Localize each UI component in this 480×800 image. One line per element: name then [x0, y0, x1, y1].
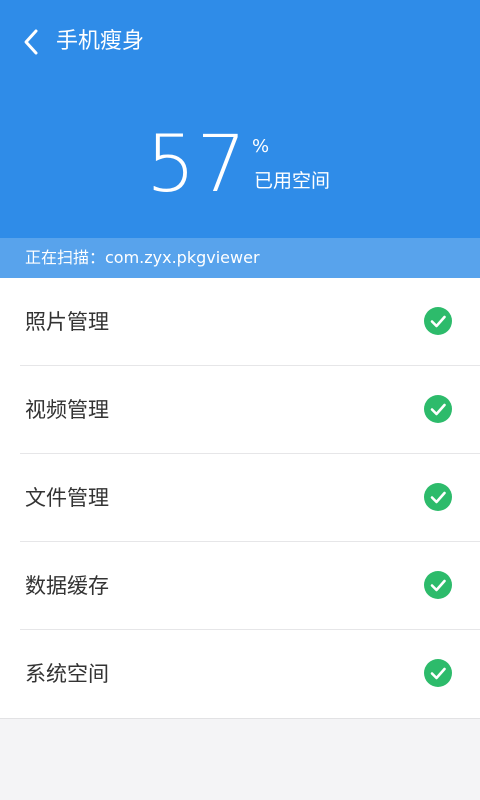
list-item-label: 照片管理 [25, 310, 109, 334]
list-item-label: 系统空间 [25, 662, 109, 686]
usage-label: 已用空间 [254, 170, 331, 192]
check-circle-icon [424, 659, 452, 687]
usage-unit: % [252, 136, 270, 157]
cleanup-list: 照片管理 视频管理 文件管理 数据缓存 系统空间 [0, 278, 480, 719]
chevron-left-icon [24, 29, 38, 55]
list-item-files[interactable]: 文件管理 [20, 454, 480, 542]
list-item-system[interactable]: 系统空间 [20, 630, 480, 718]
usage-percent: 57 [146, 120, 248, 210]
list-item-photos[interactable]: 照片管理 [20, 278, 480, 366]
check-circle-icon [424, 307, 452, 335]
back-button[interactable] [20, 24, 42, 60]
list-item-label: 文件管理 [25, 486, 109, 510]
check-circle-icon [424, 483, 452, 511]
list-item-label: 视频管理 [25, 398, 109, 422]
list-item-cache[interactable]: 数据缓存 [20, 542, 480, 630]
header-panel: 手机瘦身 57 % 已用空间 [0, 0, 480, 238]
page-title: 手机瘦身 [56, 29, 145, 54]
check-circle-icon [424, 571, 452, 599]
list-item-label: 数据缓存 [25, 574, 109, 598]
scan-status: 正在扫描：com.zyx.pkgviewer [0, 238, 480, 278]
storage-usage: 57 % 已用空间 [146, 120, 366, 210]
check-circle-icon [424, 395, 452, 423]
list-item-videos[interactable]: 视频管理 [20, 366, 480, 454]
